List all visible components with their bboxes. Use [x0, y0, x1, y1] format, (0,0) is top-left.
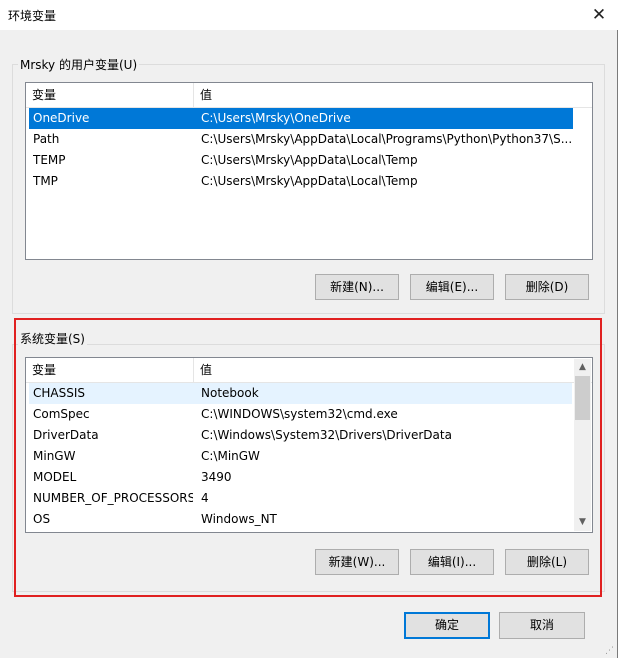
- highlight-annotation-box: [14, 318, 602, 597]
- user-edit-button[interactable]: 编辑(E)...: [410, 274, 494, 300]
- row-variable: TMP: [33, 174, 58, 188]
- table-row[interactable]: TEMP C:\Users\Mrsky\AppData\Local\Temp: [29, 150, 573, 171]
- table-row[interactable]: TMP C:\Users\Mrsky\AppData\Local\Temp: [29, 171, 573, 192]
- title-bar: 环境变量 ✕: [0, 0, 618, 30]
- column-header-value[interactable]: 值: [194, 83, 592, 107]
- row-value: C:\Users\Mrsky\AppData\Local\Programs\Py…: [201, 132, 571, 146]
- table-row[interactable]: Path C:\Users\Mrsky\AppData\Local\Progra…: [29, 129, 573, 150]
- row-variable: Path: [33, 132, 60, 146]
- table-row[interactable]: OneDrive C:\Users\Mrsky\OneDrive: [29, 108, 573, 129]
- row-variable: TEMP: [33, 153, 66, 167]
- row-variable: OneDrive: [33, 111, 90, 125]
- window-title: 环境变量: [8, 9, 57, 23]
- row-value: C:\Users\Mrsky\AppData\Local\Temp: [201, 153, 418, 167]
- environment-variables-dialog: 环境变量 ✕ Mrsky 的用户变量(U) 变量 值 OneDrive C:\U…: [0, 0, 618, 658]
- ok-button[interactable]: 确定: [404, 612, 490, 639]
- user-new-button[interactable]: 新建(N)...: [315, 274, 399, 300]
- user-variables-list[interactable]: 变量 值 OneDrive C:\Users\Mrsky\OneDrive Pa…: [25, 82, 593, 260]
- cancel-button[interactable]: 取消: [499, 612, 585, 639]
- list-header: 变量 值: [26, 83, 592, 108]
- row-value: C:\Users\Mrsky\OneDrive: [201, 111, 351, 125]
- resize-grip-icon[interactable]: ⋰: [605, 646, 615, 656]
- close-icon[interactable]: ✕: [584, 2, 614, 28]
- row-value: C:\Users\Mrsky\AppData\Local\Temp: [201, 174, 418, 188]
- user-delete-button[interactable]: 删除(D): [505, 274, 589, 300]
- user-variables-label: Mrsky 的用户变量(U): [18, 56, 140, 73]
- column-header-variable[interactable]: 变量: [26, 83, 194, 107]
